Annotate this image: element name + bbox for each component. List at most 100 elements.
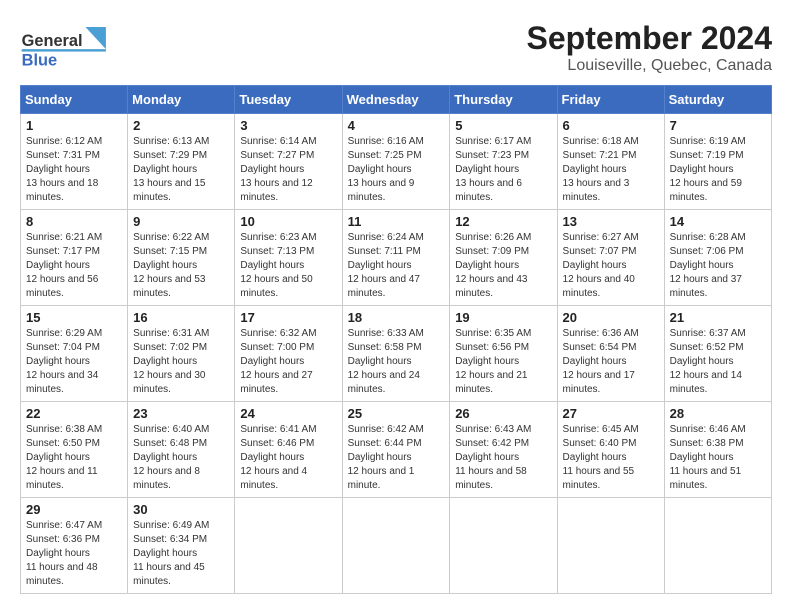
day-info: Sunrise: 6:28 AM Sunset: 7:06 PM Dayligh… [670,231,766,301]
day-info: Sunrise: 6:12 AM Sunset: 7:31 PM Dayligh… [26,135,122,205]
day-info: Sunrise: 6:31 AM Sunset: 7:02 PM Dayligh… [133,327,229,397]
calendar-cell: 10 Sunrise: 6:23 AM Sunset: 7:13 PM Dayl… [235,210,342,306]
day-number: 20 [563,310,659,325]
day-number: 11 [348,214,445,229]
calendar-cell: 11 Sunrise: 6:24 AM Sunset: 7:11 PM Dayl… [342,210,450,306]
day-number: 5 [455,118,551,133]
day-number: 13 [563,214,659,229]
day-number: 25 [348,406,445,421]
day-number: 26 [455,406,551,421]
day-number: 30 [133,502,229,517]
calendar-cell: 18 Sunrise: 6:33 AM Sunset: 6:58 PM Dayl… [342,306,450,402]
day-number: 2 [133,118,229,133]
day-info: Sunrise: 6:24 AM Sunset: 7:11 PM Dayligh… [348,231,445,301]
day-info: Sunrise: 6:35 AM Sunset: 6:56 PM Dayligh… [455,327,551,397]
calendar-cell: 22 Sunrise: 6:38 AM Sunset: 6:50 PM Dayl… [21,402,128,498]
calendar-week-row: 8 Sunrise: 6:21 AM Sunset: 7:17 PM Dayli… [21,210,772,306]
calendar-cell [557,498,664,594]
day-info: Sunrise: 6:37 AM Sunset: 6:52 PM Dayligh… [670,327,766,397]
title-block: September 2024 Louiseville, Quebec, Cana… [527,20,772,75]
day-info: Sunrise: 6:45 AM Sunset: 6:40 PM Dayligh… [563,423,659,493]
header-wednesday: Wednesday [342,86,450,114]
calendar-cell: 19 Sunrise: 6:35 AM Sunset: 6:56 PM Dayl… [450,306,557,402]
day-number: 21 [670,310,766,325]
calendar-week-row: 22 Sunrise: 6:38 AM Sunset: 6:50 PM Dayl… [21,402,772,498]
calendar-week-row: 29 Sunrise: 6:47 AM Sunset: 6:36 PM Dayl… [21,498,772,594]
day-info: Sunrise: 6:21 AM Sunset: 7:17 PM Dayligh… [26,231,122,301]
day-info: Sunrise: 6:33 AM Sunset: 6:58 PM Dayligh… [348,327,445,397]
calendar-cell: 6 Sunrise: 6:18 AM Sunset: 7:21 PM Dayli… [557,114,664,210]
header-sunday: Sunday [21,86,128,114]
calendar-cell: 7 Sunrise: 6:19 AM Sunset: 7:19 PM Dayli… [664,114,771,210]
day-number: 10 [240,214,336,229]
page-subtitle: Louiseville, Quebec, Canada [527,57,772,75]
day-info: Sunrise: 6:36 AM Sunset: 6:54 PM Dayligh… [563,327,659,397]
day-number: 18 [348,310,445,325]
calendar-week-row: 1 Sunrise: 6:12 AM Sunset: 7:31 PM Dayli… [21,114,772,210]
calendar-cell: 26 Sunrise: 6:43 AM Sunset: 6:42 PM Dayl… [450,402,557,498]
day-number: 29 [26,502,122,517]
calendar-table: Sunday Monday Tuesday Wednesday Thursday… [20,85,772,594]
header-monday: Monday [128,86,235,114]
logo-svg: General Blue [20,20,110,75]
calendar-cell [450,498,557,594]
calendar-cell [235,498,342,594]
day-number: 17 [240,310,336,325]
day-info: Sunrise: 6:42 AM Sunset: 6:44 PM Dayligh… [348,423,445,493]
calendar-cell: 8 Sunrise: 6:21 AM Sunset: 7:17 PM Dayli… [21,210,128,306]
day-info: Sunrise: 6:18 AM Sunset: 7:21 PM Dayligh… [563,135,659,205]
day-number: 24 [240,406,336,421]
calendar-cell: 5 Sunrise: 6:17 AM Sunset: 7:23 PM Dayli… [450,114,557,210]
calendar-cell [342,498,450,594]
header-friday: Friday [557,86,664,114]
calendar-cell: 15 Sunrise: 6:29 AM Sunset: 7:04 PM Dayl… [21,306,128,402]
calendar-header-row: Sunday Monday Tuesday Wednesday Thursday… [21,86,772,114]
calendar-cell: 3 Sunrise: 6:14 AM Sunset: 7:27 PM Dayli… [235,114,342,210]
svg-text:Blue: Blue [22,52,57,70]
day-info: Sunrise: 6:49 AM Sunset: 6:34 PM Dayligh… [133,519,229,589]
day-number: 9 [133,214,229,229]
header-saturday: Saturday [664,86,771,114]
day-number: 14 [670,214,766,229]
day-info: Sunrise: 6:41 AM Sunset: 6:46 PM Dayligh… [240,423,336,493]
calendar-week-row: 15 Sunrise: 6:29 AM Sunset: 7:04 PM Dayl… [21,306,772,402]
calendar-cell: 2 Sunrise: 6:13 AM Sunset: 7:29 PM Dayli… [128,114,235,210]
day-info: Sunrise: 6:32 AM Sunset: 7:00 PM Dayligh… [240,327,336,397]
calendar-cell: 29 Sunrise: 6:47 AM Sunset: 6:36 PM Dayl… [21,498,128,594]
day-info: Sunrise: 6:14 AM Sunset: 7:27 PM Dayligh… [240,135,336,205]
calendar-cell: 20 Sunrise: 6:36 AM Sunset: 6:54 PM Dayl… [557,306,664,402]
day-info: Sunrise: 6:17 AM Sunset: 7:23 PM Dayligh… [455,135,551,205]
day-info: Sunrise: 6:43 AM Sunset: 6:42 PM Dayligh… [455,423,551,493]
calendar-cell: 23 Sunrise: 6:40 AM Sunset: 6:48 PM Dayl… [128,402,235,498]
day-number: 4 [348,118,445,133]
day-info: Sunrise: 6:19 AM Sunset: 7:19 PM Dayligh… [670,135,766,205]
day-number: 22 [26,406,122,421]
day-info: Sunrise: 6:13 AM Sunset: 7:29 PM Dayligh… [133,135,229,205]
calendar-cell: 30 Sunrise: 6:49 AM Sunset: 6:34 PM Dayl… [128,498,235,594]
day-number: 15 [26,310,122,325]
day-number: 3 [240,118,336,133]
logo: General Blue [20,20,110,75]
calendar-cell: 13 Sunrise: 6:27 AM Sunset: 7:07 PM Dayl… [557,210,664,306]
day-number: 8 [26,214,122,229]
day-number: 6 [563,118,659,133]
day-number: 28 [670,406,766,421]
day-number: 16 [133,310,229,325]
day-number: 23 [133,406,229,421]
page-title: September 2024 [527,20,772,57]
day-info: Sunrise: 6:16 AM Sunset: 7:25 PM Dayligh… [348,135,445,205]
calendar-cell: 21 Sunrise: 6:37 AM Sunset: 6:52 PM Dayl… [664,306,771,402]
day-info: Sunrise: 6:40 AM Sunset: 6:48 PM Dayligh… [133,423,229,493]
day-info: Sunrise: 6:29 AM Sunset: 7:04 PM Dayligh… [26,327,122,397]
calendar-cell: 12 Sunrise: 6:26 AM Sunset: 7:09 PM Dayl… [450,210,557,306]
day-info: Sunrise: 6:26 AM Sunset: 7:09 PM Dayligh… [455,231,551,301]
calendar-cell: 17 Sunrise: 6:32 AM Sunset: 7:00 PM Dayl… [235,306,342,402]
day-number: 7 [670,118,766,133]
svg-text:General: General [22,32,83,50]
day-info: Sunrise: 6:38 AM Sunset: 6:50 PM Dayligh… [26,423,122,493]
day-info: Sunrise: 6:22 AM Sunset: 7:15 PM Dayligh… [133,231,229,301]
calendar-cell: 27 Sunrise: 6:45 AM Sunset: 6:40 PM Dayl… [557,402,664,498]
calendar-cell [664,498,771,594]
day-info: Sunrise: 6:23 AM Sunset: 7:13 PM Dayligh… [240,231,336,301]
day-info: Sunrise: 6:27 AM Sunset: 7:07 PM Dayligh… [563,231,659,301]
